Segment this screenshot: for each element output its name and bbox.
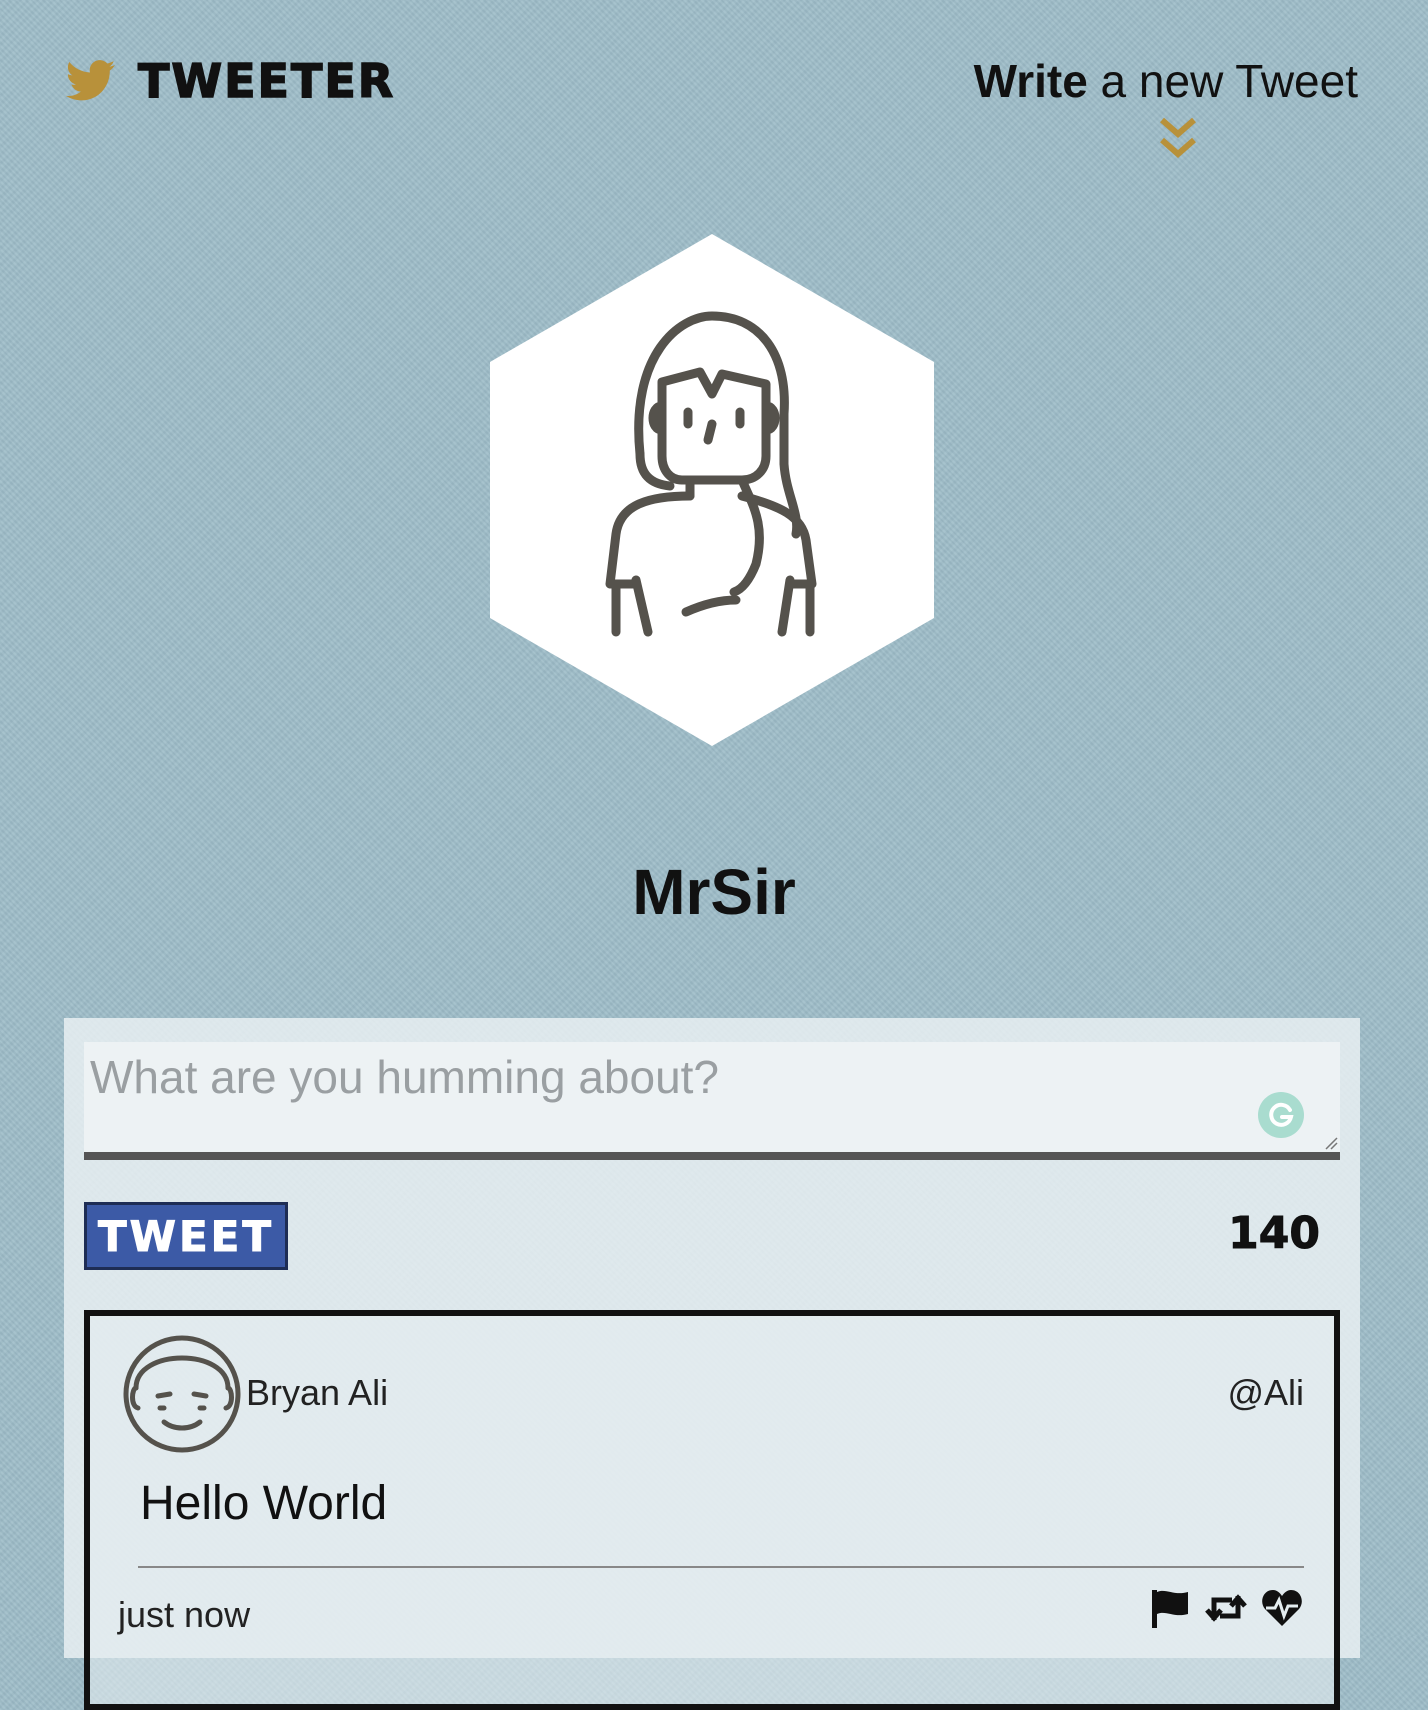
brand-name: TWEETER xyxy=(137,54,396,108)
write-tweet-strong: Write xyxy=(973,55,1088,107)
resize-grip-icon[interactable] xyxy=(1322,1134,1338,1150)
tweet-input[interactable] xyxy=(84,1042,1340,1152)
double-chevron-down-icon[interactable] xyxy=(1156,116,1200,162)
tweet-compose-box xyxy=(84,1042,1340,1160)
retweet-icon[interactable] xyxy=(1204,1586,1248,1630)
char-counter: 140 xyxy=(1228,1208,1321,1260)
tweet-timestamp: just now xyxy=(118,1594,251,1635)
tweet-actions xyxy=(1148,1586,1304,1630)
grammarly-icon[interactable] xyxy=(1258,1092,1304,1138)
tweet-handle[interactable]: @Ali xyxy=(1227,1372,1304,1414)
write-tweet-rest: a new Tweet xyxy=(1087,55,1358,107)
tweet-card: Bryan Ali @Ali Hello World just now xyxy=(84,1310,1340,1710)
write-tweet-label: Write a new Tweet xyxy=(974,58,1358,104)
grammarly-g-glyph xyxy=(1269,1102,1294,1127)
woman-avatar-icon xyxy=(490,234,934,746)
man-avatar-icon xyxy=(123,1335,241,1453)
main-panel: TWEET 140 Bryan Ali @Ali Hello World jus… xyxy=(64,1018,1360,1710)
tweet-divider xyxy=(138,1566,1304,1568)
flag-icon[interactable] xyxy=(1148,1586,1192,1630)
tweet-body: Hello World xyxy=(140,1477,388,1530)
heart-icon[interactable] xyxy=(1260,1586,1304,1630)
brand[interactable]: TWEETER xyxy=(66,54,396,108)
tweet-author: Bryan Ali xyxy=(246,1372,389,1413)
top-nav: TWEETER Write a new Tweet xyxy=(0,0,1428,180)
profile-username: MrSir xyxy=(632,856,796,928)
write-tweet-toggle[interactable]: Write a new Tweet xyxy=(974,58,1358,162)
tweet-submit-button[interactable]: TWEET xyxy=(84,1202,288,1270)
bird-icon xyxy=(66,60,116,101)
